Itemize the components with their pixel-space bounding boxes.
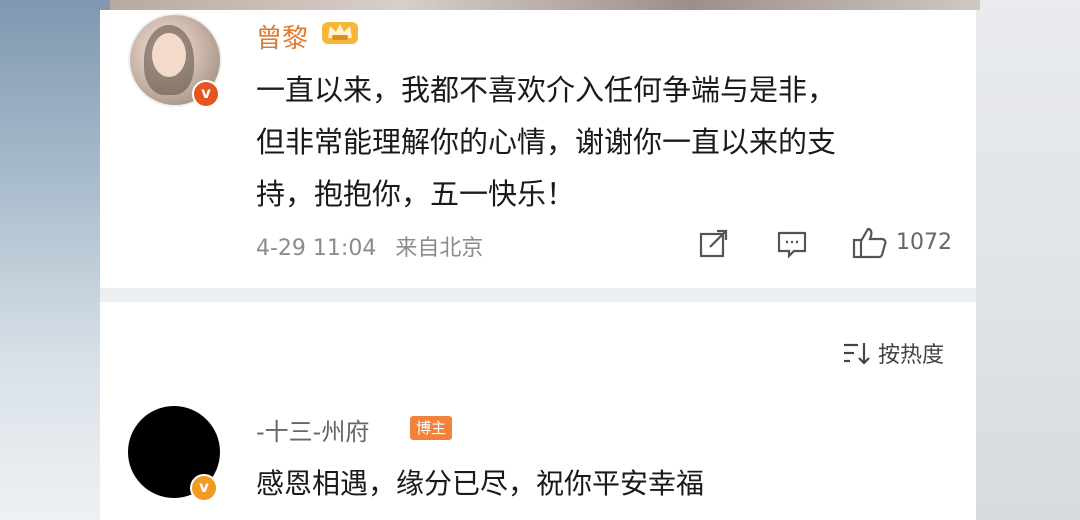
verified-icon: v: [190, 474, 218, 502]
post-line: 但非常能理解你的心情，谢谢你一直以来的支: [256, 125, 837, 159]
post-source: 来自北京: [395, 236, 484, 261]
post-username[interactable]: 曾黎: [256, 18, 308, 55]
sort-button[interactable]: 按热度: [878, 337, 944, 369]
section-divider: [100, 288, 976, 302]
reply-content: 感恩相遇，缘分已尽，祝你平安幸福: [256, 467, 705, 500]
background-photo-right: [970, 0, 1080, 520]
verified-icon: v: [192, 80, 220, 108]
like-icon[interactable]: [852, 226, 888, 260]
share-icon[interactable]: [698, 228, 730, 260]
post-date: 4-29 11:04: [256, 236, 377, 261]
crown-icon: [322, 22, 358, 44]
background-photo-left: [0, 0, 110, 520]
like-count: 1072: [896, 230, 952, 255]
background-photo-top: [110, 0, 980, 10]
sort-icon[interactable]: [842, 340, 870, 366]
blogger-badge: 博主: [410, 416, 452, 440]
post-line: 一直以来，我都不喜欢介入任何争端与是非，: [256, 73, 837, 107]
post-line: 持，抱抱你，五一快乐！: [256, 177, 576, 211]
comment-icon[interactable]: [776, 228, 808, 260]
post-meta: 4-29 11:04 来自北京: [256, 230, 483, 262]
reply-username[interactable]: -十三-州府: [256, 412, 369, 447]
post-content: 一直以来，我都不喜欢介入任何争端与是非， 但非常能理解你的心情，谢谢你一直以来的…: [256, 64, 936, 220]
